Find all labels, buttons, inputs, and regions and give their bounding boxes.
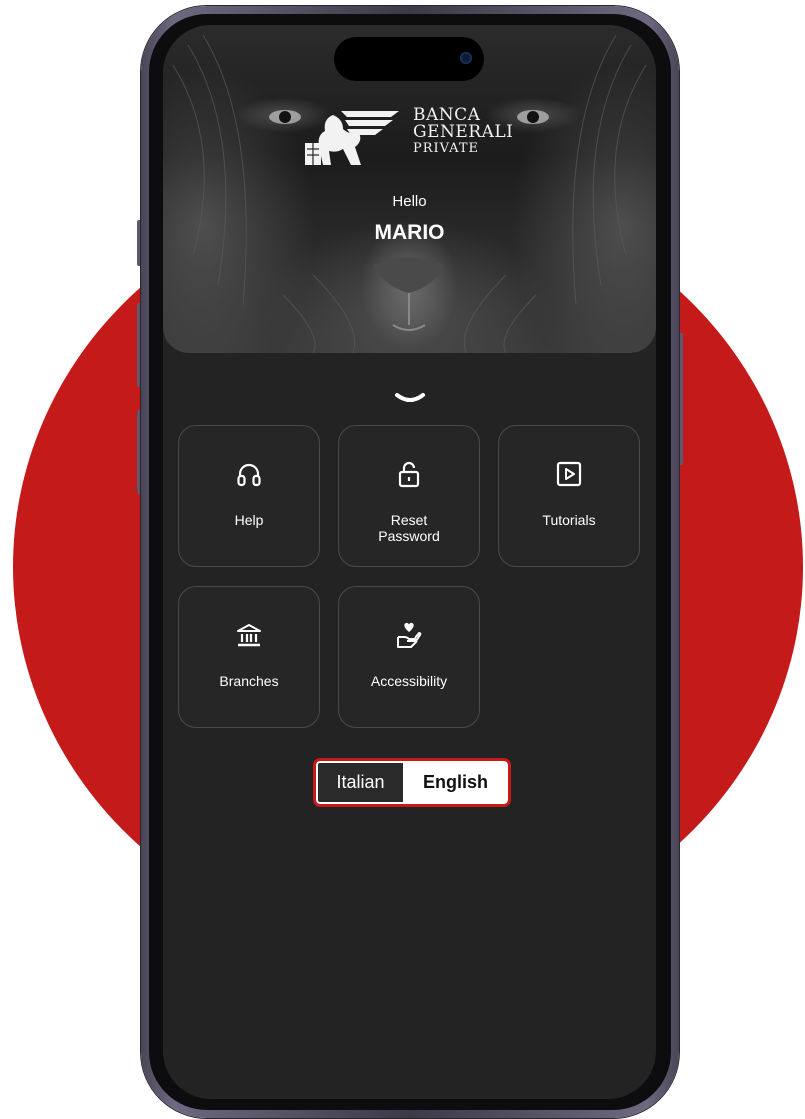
language-option-english[interactable]: English [403, 761, 508, 804]
accessibility-tile[interactable]: Accessibility [338, 586, 480, 728]
headset-icon [237, 463, 261, 487]
help-tile[interactable]: Help [178, 425, 320, 567]
bank-icon [237, 624, 261, 647]
logo-line-2: GENERALI [413, 122, 514, 142]
winged-lion-icon [305, 111, 399, 165]
play-square-icon [556, 461, 582, 487]
language-option-italian[interactable]: Italian [316, 761, 403, 804]
dynamic-island [334, 37, 484, 81]
promo-stage: BANCA GENERALI PRIVATE Hello MARIO Help [0, 0, 805, 1119]
hero-banner: BANCA GENERALI PRIVATE Hello MARIO [163, 25, 656, 353]
app-screen: BANCA GENERALI PRIVATE Hello MARIO Help [163, 25, 656, 1099]
bank-logo-wordmark: BANCA GENERALI PRIVATE [413, 107, 514, 157]
branches-tile[interactable]: Branches [178, 586, 320, 728]
username-text: MARIO [374, 221, 445, 244]
chevron-down-icon[interactable] [393, 391, 427, 407]
greeting-text: Hello [392, 193, 427, 210]
accessibility-label: Accessibility [370, 673, 448, 689]
reset-password-label: Reset Password [378, 512, 440, 544]
tutorials-label: Tutorials [542, 512, 596, 528]
reset-password-tile[interactable]: Reset Password [338, 425, 480, 567]
logo-line-3: PRIVATE [413, 141, 480, 156]
tutorials-tile[interactable]: Tutorials [498, 425, 640, 567]
branches-label: Branches [219, 673, 279, 689]
unlock-icon [398, 461, 420, 488]
heart-hand-icon [397, 622, 422, 648]
front-camera [460, 52, 472, 64]
language-switch: Italian English [313, 758, 511, 807]
help-label: Help [234, 512, 264, 528]
bank-logo: BANCA GENERALI PRIVATE [303, 103, 523, 173]
